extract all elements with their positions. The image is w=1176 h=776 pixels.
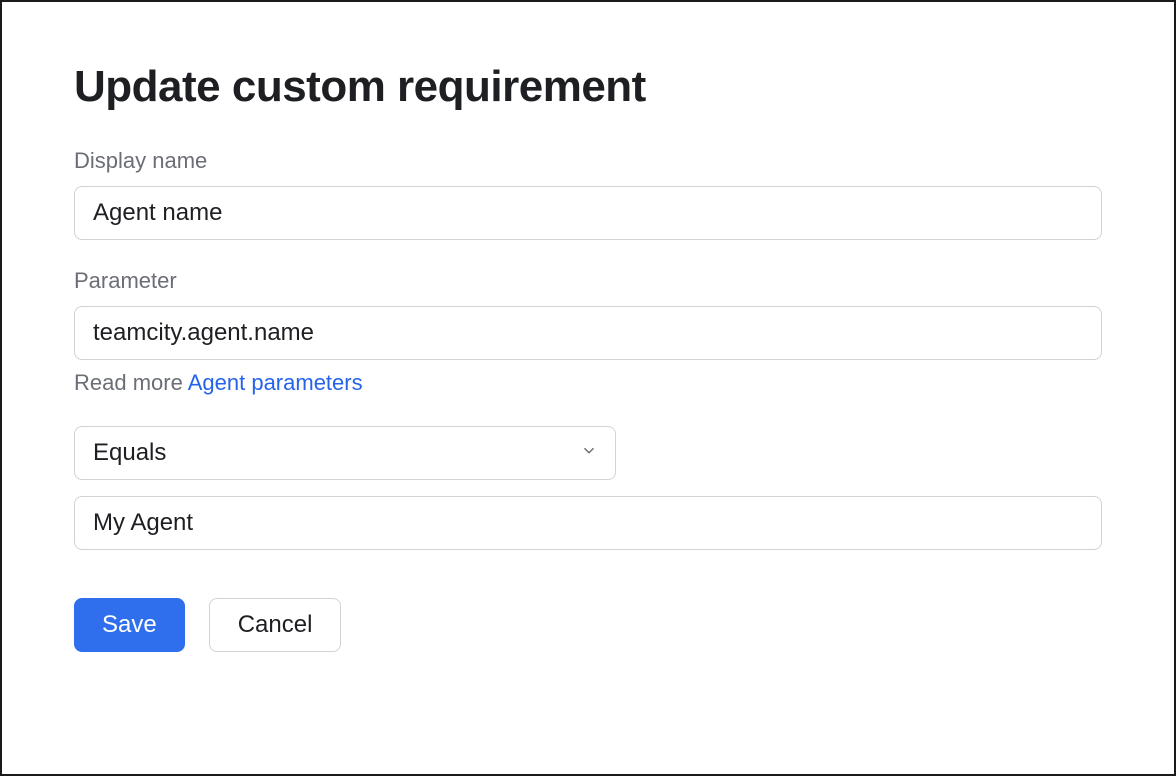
parameter-group: Parameter Read more Agent parameters xyxy=(74,268,1102,396)
display-name-label: Display name xyxy=(74,148,1102,174)
button-row: Save Cancel xyxy=(74,598,1102,652)
parameter-help: Read more Agent parameters xyxy=(74,370,1102,396)
display-name-input[interactable] xyxy=(74,186,1102,240)
operator-value-group: Equals xyxy=(74,426,1102,550)
display-name-group: Display name xyxy=(74,148,1102,240)
save-button[interactable]: Save xyxy=(74,598,185,652)
agent-parameters-link[interactable]: Agent parameters xyxy=(188,370,363,395)
operator-select-wrapper: Equals xyxy=(74,426,616,480)
value-input[interactable] xyxy=(74,496,1102,550)
cancel-button[interactable]: Cancel xyxy=(209,598,342,652)
parameter-input[interactable] xyxy=(74,306,1102,360)
dialog-title: Update custom requirement xyxy=(74,62,1102,112)
help-prefix: Read more xyxy=(74,370,188,395)
parameter-label: Parameter xyxy=(74,268,1102,294)
operator-select[interactable]: Equals xyxy=(74,426,616,480)
